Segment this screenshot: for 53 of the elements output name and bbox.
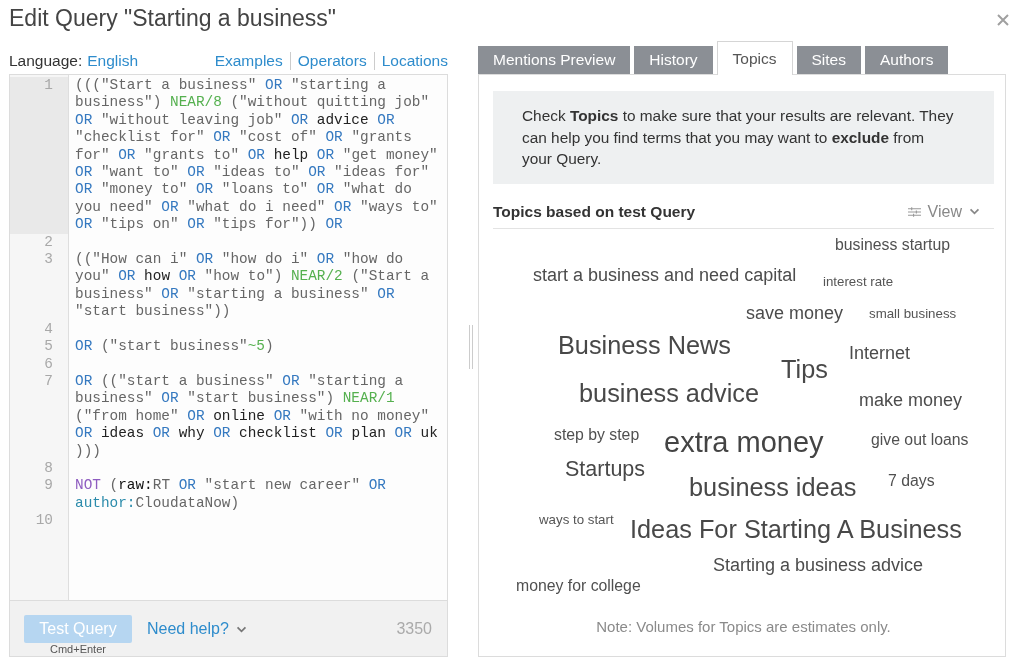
view-menu-button[interactable]: View: [907, 201, 994, 222]
topic-term[interactable]: Tips: [781, 353, 828, 384]
topic-term[interactable]: Starting a business advice: [713, 554, 924, 577]
code-line: NOT (raw:RT OR "start new career" OR author:CloudataNow): [75, 477, 387, 513]
chevron-down-icon: [235, 625, 247, 633]
tab[interactable]: Topics: [716, 41, 793, 75]
topic-term[interactable]: money for college: [516, 576, 641, 596]
line-number: 1: [44, 77, 53, 95]
topic-term[interactable]: give out loans: [871, 430, 969, 450]
topic-term[interactable]: step by step: [554, 425, 640, 445]
topic-term[interactable]: save money: [746, 302, 844, 325]
code-line: ((("Start a business" OR "starting a business") NEAR/8 ("without quitting job" OR "without leaving job" OR advice OR "checklist for" OR "cost of" OR "grants for" OR "grants to" OR help OR "get money" OR "want to" OR "ideas to" OR "ideas for" OR "money to" OR "loans to" OR "what do you need" OR "what do i need" OR "ways to" OR "tips on" OR "tips for")) OR: [75, 77, 439, 234]
help-link[interactable]: Examples: [207, 52, 290, 70]
close-icon[interactable]: [997, 14, 1009, 26]
topic-term[interactable]: business startup: [835, 235, 951, 255]
estimates-note: Note: Volumes for Topics are estimates only.: [595, 616, 892, 637]
line-number: 10: [35, 512, 53, 530]
topic-term[interactable]: Internet: [849, 342, 911, 365]
code-line: OR ("start business"~5): [75, 338, 275, 356]
topic-term[interactable]: Business News: [558, 329, 731, 360]
info-text: Check Topics to make sure that your results are relevant. They can help you find terms that you may want to exclude from your Query.: [522, 106, 955, 169]
line-number: 9: [44, 477, 53, 495]
chevron-down-icon: [969, 208, 980, 215]
line-number: 3: [44, 251, 53, 269]
topic-term[interactable]: Startups: [565, 456, 646, 483]
topic-term[interactable]: Ideas For Starting A Business: [630, 513, 962, 544]
sliders-icon: [907, 206, 921, 217]
topics-heading: Topics based on test Query: [493, 201, 696, 222]
resize-handle[interactable]: [469, 325, 473, 369]
character-count: 3350: [396, 619, 432, 639]
help-link[interactable]: Operators: [289, 52, 374, 70]
language-link[interactable]: English: [87, 52, 139, 70]
language-label: Language:: [9, 52, 83, 70]
topic-term[interactable]: start a business and need capital: [533, 264, 797, 287]
code-line: (("How can i" OR "how do i" OR "how do you" OR how OR "how to") NEAR/2 ("Start a business" OR "starting a business" OR "start business")): [75, 251, 431, 321]
line-number: 2: [44, 233, 53, 252]
line-number: 6: [44, 355, 53, 373]
topic-term[interactable]: ways to start: [539, 511, 614, 528]
topic-term[interactable]: small business: [869, 305, 957, 322]
topic-term[interactable]: extra money: [664, 424, 824, 460]
line-number: 8: [44, 459, 53, 478]
topic-term[interactable]: business ideas: [689, 471, 857, 502]
code-line: OR (("start a business" OR "starting a business" OR "start business") NEAR/1 ("from home" OR online OR "with no money" OR ideas OR why OR checklist OR plan OR uk ))): [75, 372, 439, 460]
line-number: 7: [44, 372, 53, 391]
topic-term[interactable]: interest rate: [823, 273, 894, 290]
topic-term[interactable]: 7 days: [888, 471, 935, 491]
line-number: 4: [44, 320, 53, 339]
help-link[interactable]: Locations: [373, 52, 448, 70]
shortcut-hint: Cmd+Enter: [50, 643, 106, 655]
topic-term[interactable]: make money: [859, 389, 963, 412]
line-number: 5: [44, 338, 53, 356]
topic-term[interactable]: business advice: [579, 377, 759, 408]
dialog-title: Edit Query "Starting a business": [9, 4, 336, 32]
